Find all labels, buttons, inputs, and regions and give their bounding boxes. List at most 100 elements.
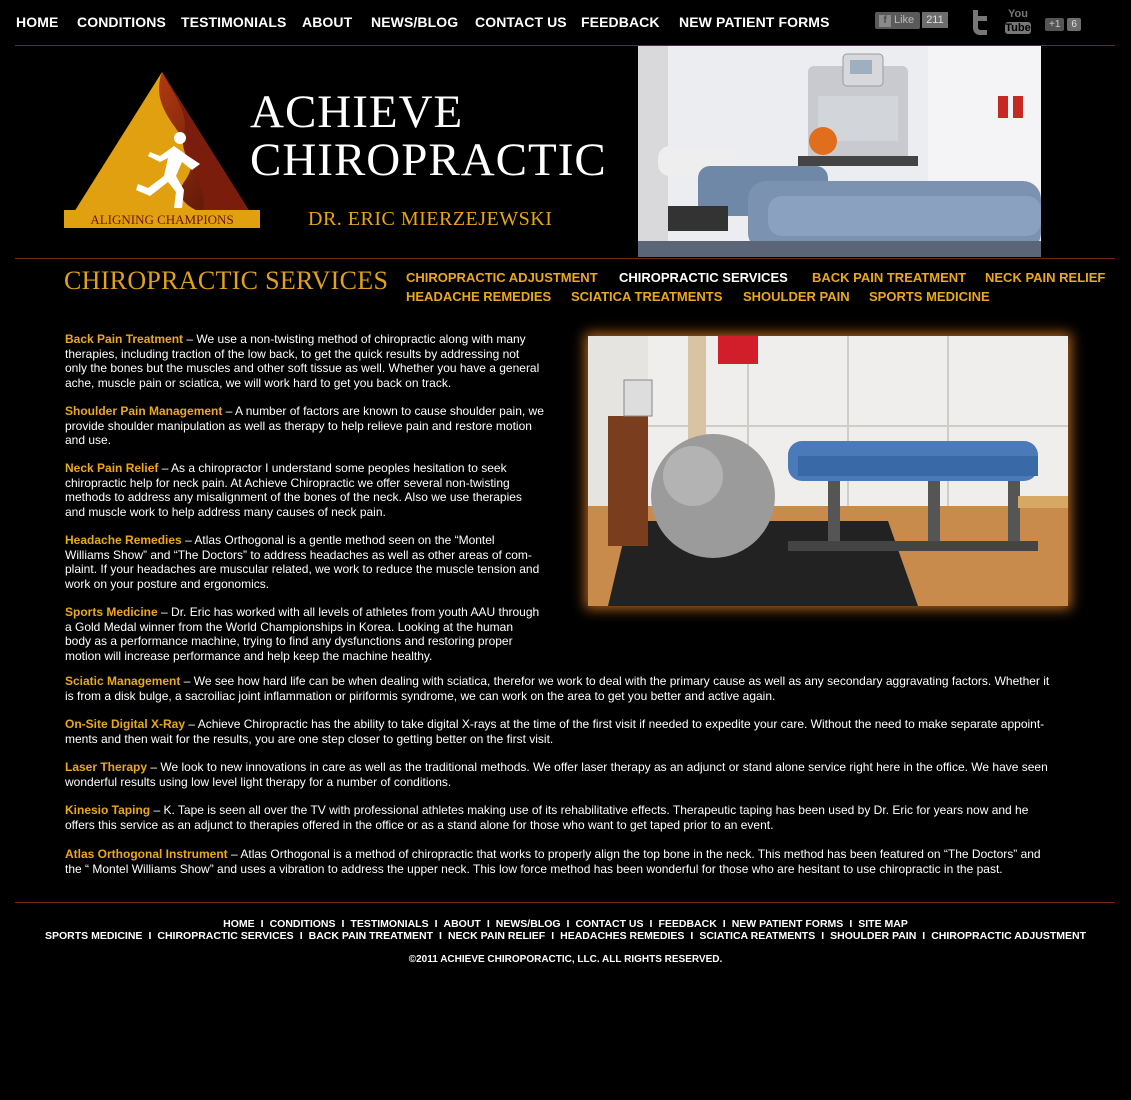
service-line: ache, muscle pain or sciatica, we will w… xyxy=(65,375,452,390)
facebook-like-count: 211 xyxy=(922,12,948,28)
footer-link[interactable]: NECK PAIN RELIEF xyxy=(448,930,545,942)
footer-link[interactable]: NEW PATIENT FORMS xyxy=(732,918,844,930)
nav-feedback[interactable]: FEEDBACK xyxy=(581,14,660,30)
service-line: Laser Therapy – We look to new innovatio… xyxy=(65,760,1048,774)
google-plus-button[interactable]: +1 6 xyxy=(1045,14,1081,32)
footer-link[interactable]: CONTACT US xyxy=(575,918,643,930)
service-laser: Laser Therapy – We look to new innovatio… xyxy=(65,760,1048,789)
header-divider xyxy=(15,258,1115,259)
service-title: On-Site Digital X-Ray xyxy=(65,717,186,731)
service-kinesio: Kinesio Taping – K. Tape is seen all ove… xyxy=(65,803,1028,832)
service-line: methods to address any misalignment of t… xyxy=(65,490,522,504)
footer-separator: I xyxy=(849,918,853,930)
service-line: offers this service as an adjunct to the… xyxy=(65,817,774,832)
section-title: CHIROPRACTIC SERVICES xyxy=(64,266,389,295)
service-line: Kinesio Taping – K. Tape is seen all ove… xyxy=(65,803,1029,817)
footer-link[interactable]: CHIROPRACTIC SERVICES xyxy=(157,930,293,942)
youtube-label-top: You xyxy=(1008,8,1028,20)
nav-new-patient-forms[interactable]: NEW PATIENT FORMS xyxy=(679,14,830,30)
service-line: motion will increase performance and hel… xyxy=(65,648,433,663)
gplus-count: 6 xyxy=(1067,18,1081,31)
footer-link[interactable]: CHIROPRACTIC ADJUSTMENT xyxy=(931,930,1086,942)
subnav-chiropractic-adjustment[interactable]: CHIROPRACTIC ADJUSTMENT xyxy=(406,270,598,285)
footer-separator: I xyxy=(551,930,555,942)
office-photo xyxy=(588,336,1068,606)
nav-contact-us[interactable]: CONTACT US xyxy=(475,14,567,30)
footer-link[interactable]: HEADACHES REMEDIES xyxy=(560,930,684,942)
footer-link[interactable]: TESTIMONIALS xyxy=(350,918,428,930)
service-line: On-Site Digital X-Ray – Achieve Chiropra… xyxy=(65,717,1045,731)
service-line: Sciatic Management – We see how hard lif… xyxy=(65,674,1050,688)
footer-divider xyxy=(15,902,1115,903)
service-sciatic: Sciatic Management – We see how hard lif… xyxy=(65,674,1049,703)
service-line: Shoulder Pain Management – A number of f… xyxy=(65,404,544,418)
subnav-back-pain-treatment[interactable]: BACK PAIN TREATMENT xyxy=(812,270,966,285)
footer-separator: I xyxy=(821,930,825,942)
service-line: Sports Medicine – Dr. Eric has worked wi… xyxy=(65,605,540,619)
subnav-sciatica-treatments[interactable]: SCIATICA TREATMENTS xyxy=(571,289,722,304)
footer-separator: I xyxy=(566,918,570,930)
service-line: the “ Montel Williams Show” and uses a v… xyxy=(65,861,1003,876)
logo-tagline: ALIGNING CHAMPIONS xyxy=(90,212,233,227)
service-title: Kinesio Taping xyxy=(65,803,151,817)
service-line: and use. xyxy=(65,433,112,447)
footer-separator: I xyxy=(439,930,442,942)
service-line: chiropractic help for neck pain. At Achi… xyxy=(65,475,510,490)
service-headache: Headache Remedies – Atlas Orthogonal is … xyxy=(65,533,539,591)
footer-link[interactable]: HOME xyxy=(223,918,255,930)
service-title: Neck Pain Relief xyxy=(65,461,159,475)
footer-separator: I xyxy=(486,918,490,930)
twitter-icon[interactable] xyxy=(969,8,991,36)
service-neck-pain: Neck Pain Relief – As a chiropractor I u… xyxy=(65,461,522,519)
service-line: only the bones but the muscles and other… xyxy=(65,361,540,375)
footer-link[interactable]: FEEDBACK xyxy=(658,918,716,930)
service-title: Atlas Orthogonal Instrument xyxy=(65,847,228,861)
brand-line-1: ACHIEVE xyxy=(250,86,464,138)
brand-line-2: CHIROPRACTIC xyxy=(250,134,607,186)
footer-nav-services: SPORTS MEDICINE I CHIROPRACTIC SERVICES I BA… xyxy=(0,930,1131,942)
service-line: a Gold Medal winner from the World Champ… xyxy=(65,619,514,634)
service-atlas: Atlas Orthogonal Instrument – Atlas Orth… xyxy=(65,847,1041,876)
service-line: Headache Remedies – Atlas Orthogonal is … xyxy=(65,533,495,547)
nav-conditions[interactable]: CONDITIONS xyxy=(77,14,166,30)
service-line: Neck Pain Relief – As a chiropractor I u… xyxy=(65,461,507,475)
footer-link[interactable]: SHOULDER PAIN xyxy=(830,930,916,942)
footer-link[interactable]: ABOUT xyxy=(444,918,481,930)
facebook-like-label: Like xyxy=(894,14,915,26)
footer-link[interactable]: CONDITIONS xyxy=(270,918,336,930)
footer-link[interactable]: BACK PAIN TREATMENT xyxy=(309,930,433,942)
footer-separator: I xyxy=(722,918,726,930)
youtube-icon[interactable]: You Tube xyxy=(1005,8,1031,36)
footer-link[interactable]: SITE MAP xyxy=(858,918,908,930)
subnav-shoulder-pain[interactable]: SHOULDER PAIN xyxy=(743,289,850,304)
footer-link[interactable]: SCIATICA REATMENTS xyxy=(699,930,815,942)
subnav-headache-remedies[interactable]: HEADACHE REMEDIES xyxy=(406,289,551,304)
service-title: Back Pain Treatment xyxy=(65,332,184,346)
nav-news-blog[interactable]: NEWS/BLOG xyxy=(371,14,458,30)
nav-about[interactable]: ABOUT xyxy=(302,14,352,30)
service-title: Laser Therapy xyxy=(65,760,148,774)
service-line: Williams Show” and “The Doctors” to addr… xyxy=(65,547,532,562)
subnav-sports-medicine[interactable]: SPORTS MEDICINE xyxy=(869,289,990,304)
footer-link[interactable]: SPORTS MEDICINE xyxy=(45,930,142,942)
service-title: Headache Remedies xyxy=(65,533,182,547)
subnav-chiropractic-services[interactable]: CHIROPRACTIC SERVICES xyxy=(619,270,788,285)
facebook-like-button[interactable]: f Like 211 xyxy=(875,12,948,30)
header-photo xyxy=(638,46,1041,257)
logo[interactable]: ALIGNING CHAMPIONS xyxy=(64,72,260,237)
nav-testimonials[interactable]: TESTIMONIALS xyxy=(181,14,286,30)
service-shoulder-pain: Shoulder Pain Management – A number of f… xyxy=(65,404,544,448)
service-line: work on your posture and ergonomics. xyxy=(65,576,270,591)
footer-separator: I xyxy=(690,930,694,942)
service-line: body as a performance machine, trying to… xyxy=(65,634,513,648)
service-title: Sciatic Management xyxy=(65,674,181,688)
footer-separator: I xyxy=(922,930,926,942)
footer-link[interactable]: NEWS/BLOG xyxy=(496,918,561,930)
youtube-label-bottom: Tube xyxy=(1005,22,1031,34)
copyright: ©2011 ACHIEVE CHIROPORACTIC, LLC. ALL RI… xyxy=(408,954,723,965)
footer-separator: I xyxy=(299,930,303,942)
service-line: wonderful results using low level light … xyxy=(65,774,452,789)
service-title: Sports Medicine xyxy=(65,605,158,619)
nav-home[interactable]: HOME xyxy=(16,14,58,30)
subnav-neck-pain-relief[interactable]: NECK PAIN RELIEF xyxy=(985,270,1105,285)
